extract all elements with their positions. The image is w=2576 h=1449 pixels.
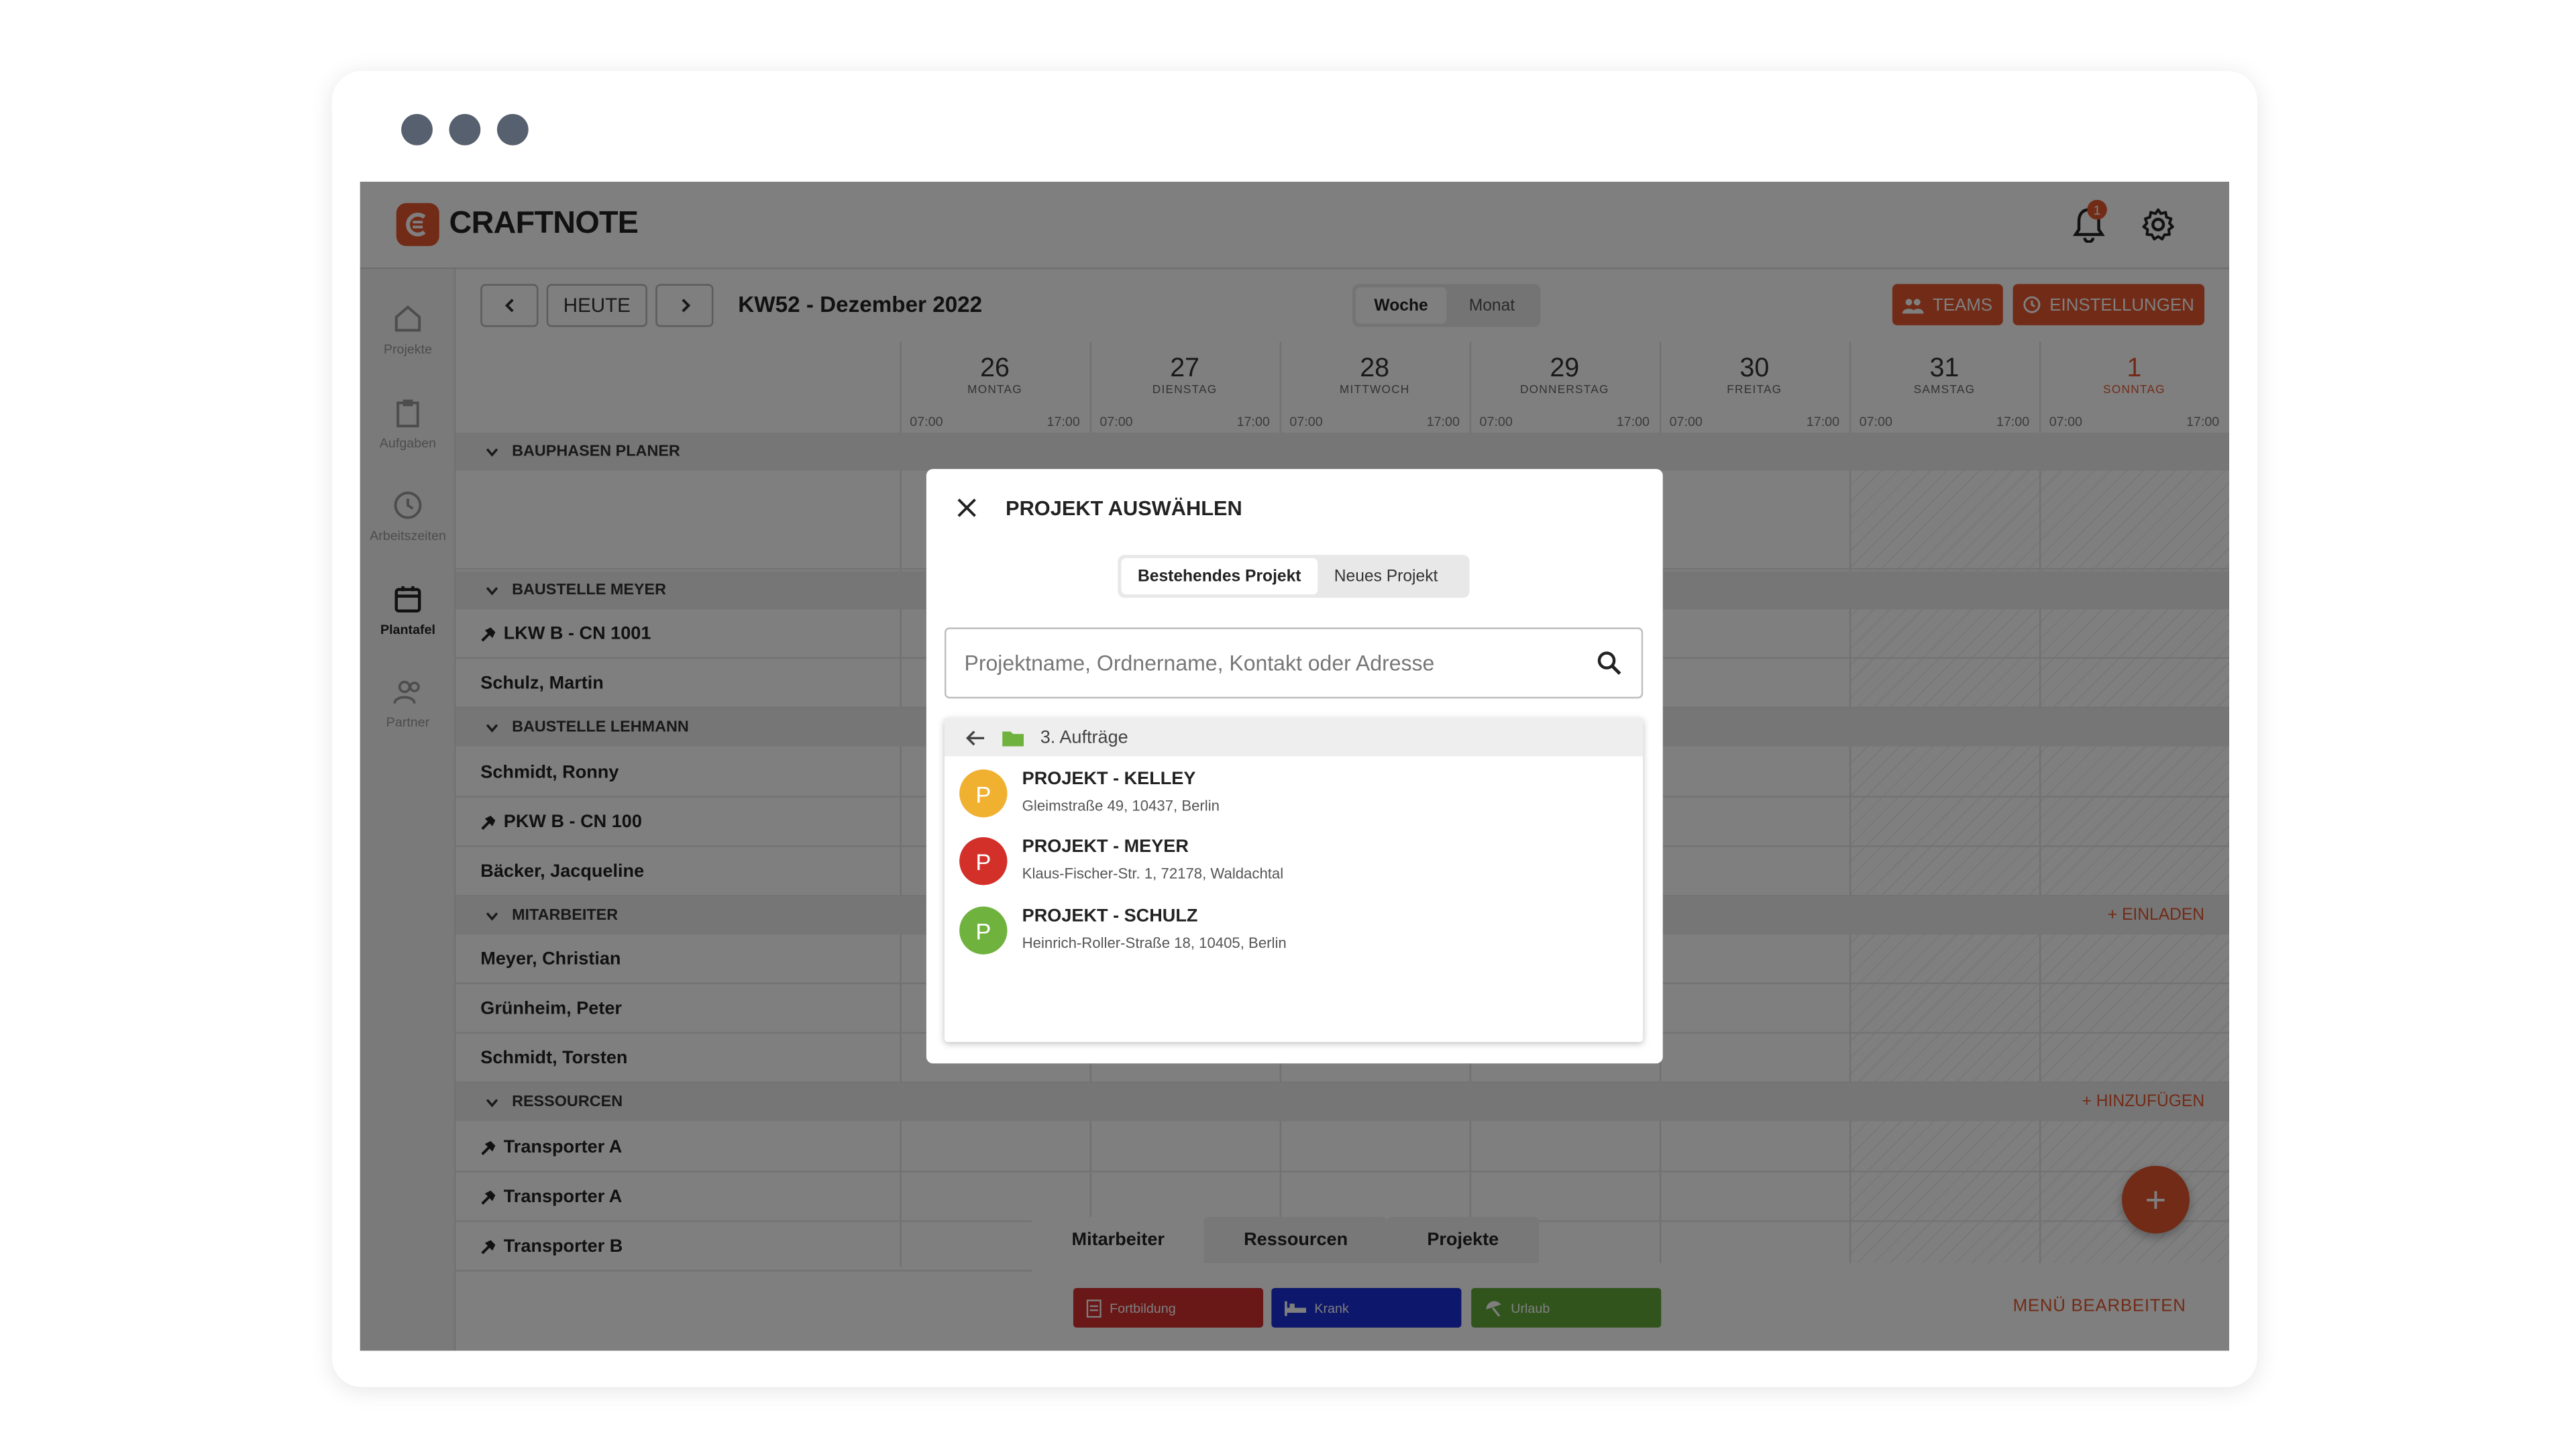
modal-title: PROJEKT AUSWÄHLEN: [1006, 496, 1242, 521]
project-address: Gleimstraße 49, 10437, Berlin: [1022, 797, 1220, 814]
window-dot[interactable]: [449, 113, 481, 146]
avatar: P: [959, 906, 1008, 955]
tab-existing-project[interactable]: Bestehendes Projekt: [1121, 557, 1318, 595]
project-name: PROJEKT - SCHULZ: [1022, 906, 1198, 926]
project-name: PROJEKT - MEYER: [1022, 837, 1189, 857]
project-search-input[interactable]: [946, 629, 1574, 697]
search-icon[interactable]: [1597, 651, 1621, 676]
arrow-back-icon[interactable]: [966, 729, 986, 746]
project-mode-toggle: Bestehendes Projekt Neues Projekt: [1118, 555, 1470, 598]
window-dot[interactable]: [401, 113, 433, 146]
project-search-box: [944, 627, 1644, 699]
folder-name: 3. Aufträge: [1040, 727, 1128, 747]
avatar: P: [959, 837, 1008, 885]
app: CRAFTNOTE 1 Projekte Aufgaben Arbeitszei…: [360, 181, 2230, 1351]
tab-new-project[interactable]: Neues Projekt: [1318, 558, 1454, 594]
project-item[interactable]: P PROJEKT - SCHULZ Heinrich-Roller-Straß…: [945, 897, 1643, 963]
project-address: Heinrich-Roller-Straße 18, 10405, Berlin: [1022, 934, 1287, 951]
folder-breadcrumb: 3. Aufträge: [944, 718, 1644, 757]
avatar: P: [959, 769, 1008, 818]
project-item[interactable]: P PROJEKT - MEYER Klaus-Fischer-Str. 1, …: [945, 827, 1643, 893]
window-controls: [401, 113, 529, 146]
window-dot[interactable]: [496, 113, 529, 146]
project-item[interactable]: P PROJEKT - KELLEY Gleimstraße 49, 10437…: [945, 759, 1643, 825]
close-icon[interactable]: [956, 497, 977, 519]
folder-icon: [1002, 731, 1024, 746]
select-project-modal: PROJEKT AUSWÄHLEN Bestehendes Projekt Ne…: [926, 469, 1663, 1064]
project-name: PROJEKT - KELLEY: [1022, 769, 1196, 790]
project-list: 3. Aufträge P PROJEKT - KELLEY Gleimstra…: [944, 718, 1644, 1042]
project-address: Klaus-Fischer-Str. 1, 72178, Waldachtal: [1022, 865, 1284, 882]
